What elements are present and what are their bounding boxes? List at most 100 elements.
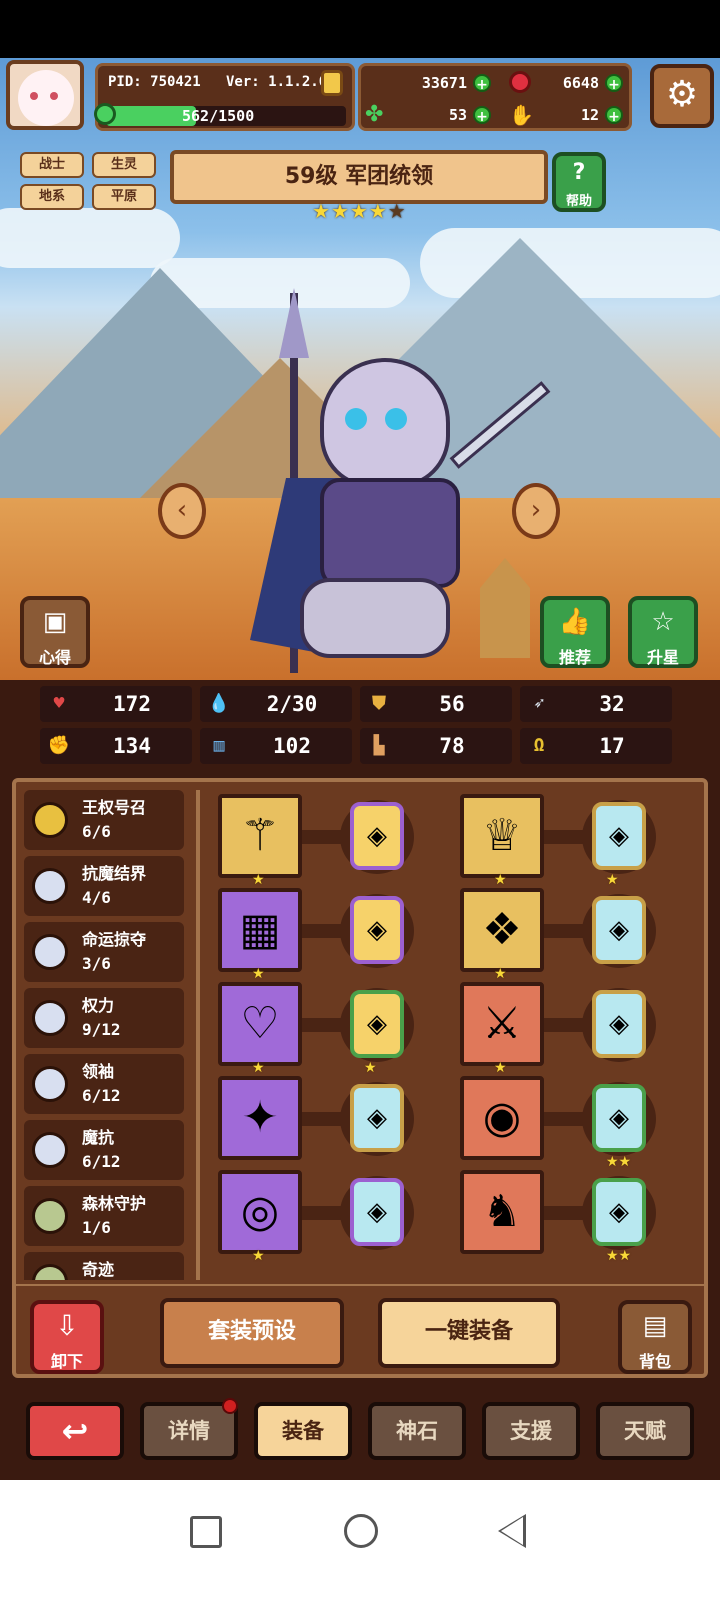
race-tag: 生灵 [92, 152, 156, 178]
equip-all-button[interactable]: 一键装备 [378, 1298, 560, 1368]
set-name: 命运掠夺 [82, 930, 147, 949]
tab-godstone[interactable]: 神石 [368, 1402, 466, 1460]
set-count: 3/6 [82, 954, 111, 973]
thumbs-up-icon: 👍 [558, 607, 592, 637]
rune-gem-icon[interactable]: ◈ [592, 1178, 646, 1246]
add-gem-button[interactable]: + [605, 74, 623, 93]
gold-amount: 33671 [421, 74, 467, 92]
stat-value: 2/30 [266, 692, 318, 716]
rune-gem-icon[interactable]: ◈ [592, 990, 646, 1058]
equipment-slot[interactable]: ✦ [218, 1076, 302, 1160]
rune-gem-icon[interactable]: ◈ [592, 802, 646, 870]
hero-eye [345, 408, 367, 430]
set-bonus-item[interactable]: 王权号召 6/6 [24, 790, 184, 850]
hero-eye [385, 408, 407, 430]
equipment-grid: ⚚ ★ ◈ ▦ ★ ◈ ♡ ★ ◈ ★ ✦ ◈ ◎ ★ ◈ ♕ ★ ◈ ★ ❖ ★ ◈ ⚔ ★ ◈ ◉ ◈ ★★ ♞ ◈ ★★ [204, 790, 700, 1280]
set-bonus-item[interactable]: 森林守护 1/6 [24, 1186, 184, 1246]
set-bonus-item[interactable]: 权力 9/12 [24, 988, 184, 1048]
rune-gem-icon[interactable]: ◈ [350, 802, 404, 870]
ruby-icon [509, 71, 531, 93]
ring-icon: ◎ [240, 1186, 280, 1237]
set-name: 抗魔结界 [82, 864, 147, 883]
cape-icon: ❖ [482, 904, 522, 955]
rune-gem-icon[interactable]: ◈ [350, 896, 404, 964]
status-bar [0, 0, 720, 58]
tab-equipment[interactable]: 装备 [254, 1402, 352, 1460]
equipment-slot[interactable]: ◉ [460, 1076, 544, 1160]
add-clover-button[interactable]: + [473, 106, 491, 125]
rune-gem-icon[interactable]: ◈ [592, 896, 646, 964]
insight-button[interactable]: ▣ 心得 [20, 596, 90, 668]
panel-divider [196, 790, 200, 1280]
set-emblem-icon [32, 1264, 68, 1280]
set-name: 领袖 [82, 1062, 115, 1081]
panel-divider [12, 1284, 708, 1286]
back-button[interactable]: ↩ [26, 1402, 124, 1460]
tab-support[interactable]: 支援 [482, 1402, 580, 1460]
add-hand-button[interactable]: + [605, 106, 623, 125]
rune-gem-icon[interactable]: ◈ [592, 1084, 646, 1152]
equipment-slot[interactable]: ⚔ [460, 982, 544, 1066]
set-bonus-item[interactable]: 魔抗 6/12 [24, 1120, 184, 1180]
horseshoe-icon: Ω [533, 735, 545, 756]
set-count: 1/6 [82, 1218, 111, 1237]
rune-gem-icon[interactable]: ◈ [350, 1084, 404, 1152]
system-nav-bar [0, 1480, 720, 1600]
prev-hero-arrow-icon[interactable]: ‹ [158, 483, 206, 539]
stat-horseshoe: Ω 17 [520, 728, 672, 764]
hero-star-icon: ★ [387, 199, 407, 223]
down-arrow-icon: ⇩ [55, 1309, 79, 1342]
avatar-face [18, 70, 74, 126]
set-bonus-list[interactable]: 王权号召 6/6 抗魔结界 4/6 命运掠夺 3/6 权力 9/12 领袖 6/12 魔抗 6/12 森… [24, 790, 196, 1280]
hand-icon: ✋ [509, 103, 534, 127]
set-bonus-item[interactable]: 抗魔结界 4/6 [24, 856, 184, 916]
hero-star-icon: ★ [349, 199, 369, 223]
settings-gear-icon[interactable]: ⚙ [650, 64, 714, 128]
level-gem-icon [94, 103, 116, 125]
equipment-slot[interactable]: ◎ [218, 1170, 302, 1254]
equipment-star-rating: ★ [252, 1248, 265, 1264]
hero-star-icon: ★ [368, 199, 388, 223]
tiara-icon: ♕ [482, 810, 522, 861]
set-name: 奇迹 [82, 1260, 115, 1279]
equipment-slot[interactable]: ♕ [460, 794, 544, 878]
recent-apps-icon[interactable] [190, 1516, 222, 1548]
help-button[interactable]: ? 帮助 [552, 152, 606, 212]
avatar[interactable] [6, 60, 84, 130]
set-bonus-item[interactable]: 奇迹 [24, 1252, 184, 1280]
stat-value: 102 [273, 734, 311, 758]
bag-button[interactable]: ▤ 背包 [618, 1300, 692, 1374]
stat-shield: ⛊ 56 [360, 686, 512, 722]
hero-mount-body [300, 578, 450, 658]
equipment-slot[interactable]: ▦ [218, 888, 302, 972]
gem-star-rating: ★★ [606, 1154, 632, 1170]
avatar-eye [50, 92, 58, 100]
hero-armor [320, 478, 460, 588]
rune-gem-icon[interactable]: ◈ [350, 990, 404, 1058]
hero-star-rating: ★★★★★ [312, 200, 422, 224]
equipment-slot[interactable]: ♞ [460, 1170, 544, 1254]
unequip-button[interactable]: ⇩ 卸下 [30, 1300, 104, 1374]
tab-talent[interactable]: 天赋 [596, 1402, 694, 1460]
recommend-button[interactable]: 👍 推荐 [540, 596, 610, 668]
stat-value: 32 [599, 692, 625, 716]
set-bonus-item[interactable]: 命运掠夺 3/6 [24, 922, 184, 982]
upgrade-star-label: 升星 [646, 648, 679, 667]
unequip-label: 卸下 [50, 1352, 83, 1371]
equipment-star-rating: ★ [252, 872, 265, 888]
set-bonus-item[interactable]: 领袖 6/12 [24, 1054, 184, 1114]
equipment-slot[interactable]: ⚚ [218, 794, 302, 878]
stat-value: 134 [113, 734, 151, 758]
equipment-slot[interactable]: ♡ [218, 982, 302, 1066]
next-hero-arrow-icon[interactable]: › [512, 483, 560, 539]
rune-gem-icon[interactable]: ◈ [350, 1178, 404, 1246]
add-gold-button[interactable]: + [473, 74, 491, 93]
hand-amount: 12 [580, 106, 599, 124]
home-icon[interactable] [344, 1514, 378, 1548]
hero-star-icon: ★ [312, 199, 331, 223]
preset-button[interactable]: 套装预设 [160, 1298, 344, 1368]
equipment-slot[interactable]: ❖ [460, 888, 544, 972]
set-emblem-icon [32, 1000, 68, 1036]
question-icon: ? [572, 160, 586, 185]
upgrade-star-button[interactable]: ☆ 升星 [628, 596, 698, 668]
